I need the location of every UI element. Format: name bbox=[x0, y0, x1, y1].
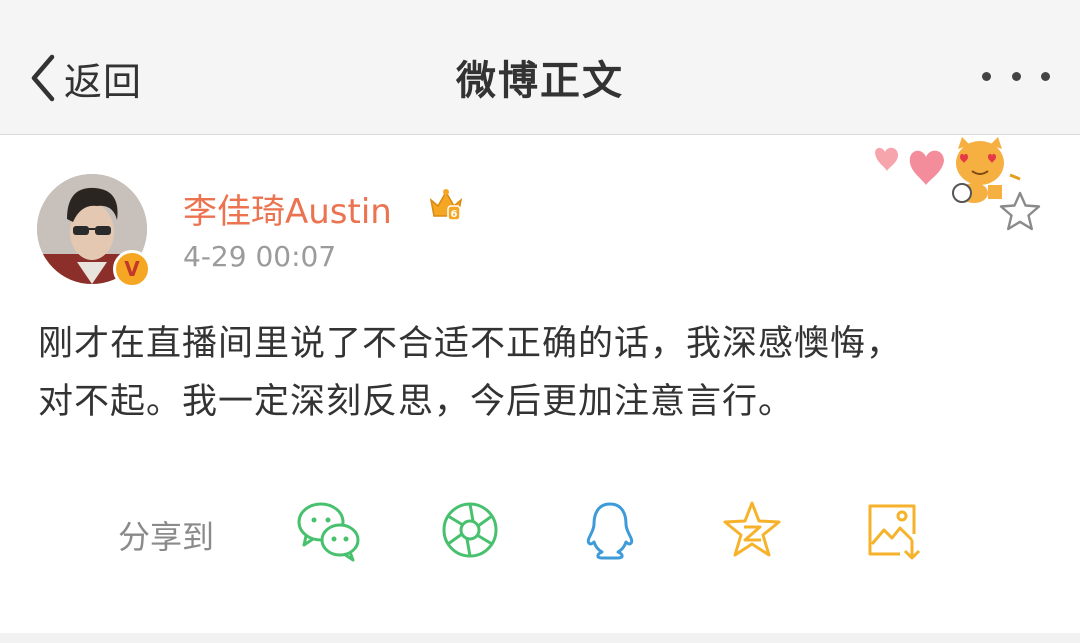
content-line: 刚才在直播间里说了不合适不正确的话，我深感懊悔， bbox=[38, 324, 903, 364]
qq-icon[interactable] bbox=[584, 500, 636, 566]
qzone-icon[interactable] bbox=[722, 500, 782, 564]
star-icon[interactable] bbox=[998, 190, 1042, 236]
author-name[interactable]: 李佳琦Austin bbox=[183, 184, 392, 233]
crown-icon[interactable]: 6 bbox=[428, 188, 464, 226]
verified-badge: V bbox=[113, 250, 151, 288]
post-time: 4-29 00:07 bbox=[183, 240, 337, 273]
more-dots-icon[interactable] bbox=[982, 66, 1050, 86]
nav-bar: 返回 微博正文 bbox=[0, 0, 1080, 135]
wechat-moments-icon[interactable] bbox=[440, 500, 500, 564]
page-title: 微博正文 bbox=[456, 58, 624, 104]
save-image-icon[interactable] bbox=[864, 500, 924, 566]
bottom-divider bbox=[0, 633, 1080, 643]
svg-text:6: 6 bbox=[451, 209, 458, 220]
content-line: 对不起。我一定深刻反思，今后更加注意言行。 bbox=[38, 382, 795, 422]
post-content: 刚才在直播间里说了不合适不正确的话，我深感懊悔， 对不起。我一定深刻反思，今后更… bbox=[38, 315, 1048, 431]
share-label: 分享到 bbox=[118, 518, 215, 556]
wechat-icon[interactable] bbox=[296, 500, 362, 566]
